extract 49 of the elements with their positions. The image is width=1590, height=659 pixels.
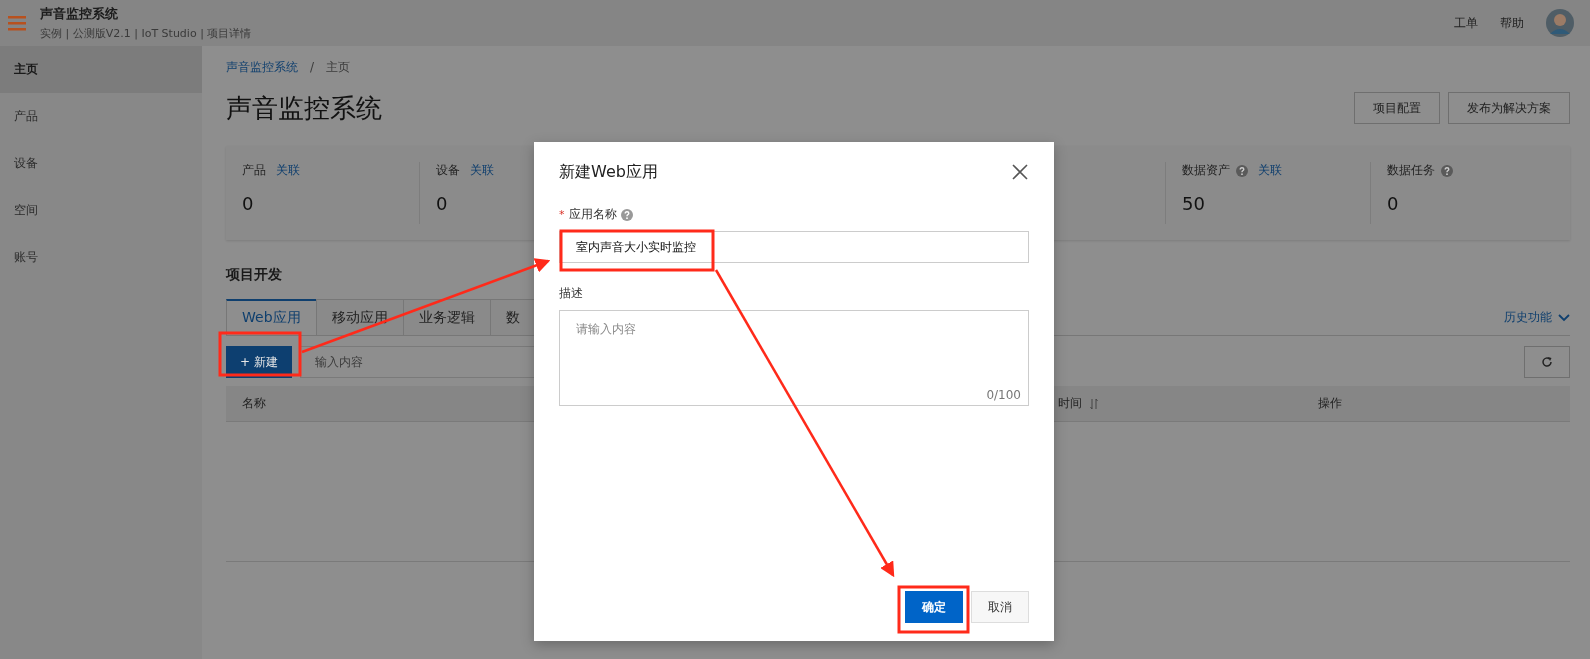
tab[interactable]: 数: [489, 299, 536, 335]
sort-icon[interactable]: [1090, 397, 1098, 410]
help-icon: [620, 208, 633, 221]
tab[interactable]: 业务逻辑: [402, 299, 491, 335]
breadcrumb-current: 主页: [326, 58, 351, 76]
stat-value: 0: [436, 193, 448, 214]
stat-label: 数据任务: [1387, 162, 1435, 179]
stat-value: 0: [1387, 193, 1399, 214]
breadcrumb-separator: /: [310, 60, 315, 74]
sidebar-item[interactable]: 产品: [0, 93, 202, 140]
field-label: 应用名称: [568, 206, 617, 223]
dialog-title: 新建Web应用: [559, 161, 658, 183]
action-button[interactable]: 项目配置: [1354, 92, 1440, 124]
confirm-button[interactable]: 确定: [905, 591, 963, 623]
action-button[interactable]: 发布为解决方案: [1448, 92, 1570, 124]
tab[interactable]: Web应用: [226, 299, 317, 335]
column-header: 名称: [242, 395, 266, 412]
header-link[interactable]: 工单: [1454, 14, 1478, 32]
required-mark: *: [559, 208, 565, 221]
sidebar-item[interactable]: 主页: [0, 46, 202, 93]
column-header: 时间: [1058, 395, 1082, 412]
stat-value: 50: [1182, 193, 1205, 214]
refresh-icon: [1541, 356, 1553, 368]
stat-label: 数据资产: [1182, 162, 1230, 179]
link-action[interactable]: 关联: [1258, 162, 1282, 179]
sidebar-item[interactable]: 账号: [0, 234, 202, 281]
section-title: 项目开发: [226, 266, 283, 284]
cancel-button[interactable]: 取消: [971, 591, 1029, 623]
link-action[interactable]: 关联: [470, 162, 494, 179]
name-field[interactable]: 室内声音大小实时监控: [559, 231, 1029, 263]
page-title: 声音监控系统: [226, 91, 382, 125]
app-subtitle: 实例 | 公测版V2.1 | IoT Studio | 项目详情: [40, 26, 252, 41]
field-label: 描述: [559, 285, 583, 302]
char-counter: 0/100: [986, 388, 1021, 402]
sidebar-item[interactable]: 空间: [0, 187, 202, 234]
stat-label: 设备: [436, 162, 460, 179]
app-title: 声音监控系统: [40, 5, 119, 23]
column-header: 操作: [1318, 395, 1342, 412]
refresh-button[interactable]: [1524, 346, 1570, 378]
chevron-down-icon[interactable]: [1558, 313, 1570, 322]
link-action[interactable]: 关联: [276, 162, 300, 179]
stat-value: 0: [242, 193, 254, 214]
history-link[interactable]: 历史功能: [1504, 309, 1552, 326]
stat-label: 产品: [242, 162, 266, 179]
avatar-icon[interactable]: [1546, 9, 1574, 37]
breadcrumb-link[interactable]: 声音监控系统: [226, 58, 298, 76]
close-button[interactable]: [1011, 163, 1029, 181]
header-link[interactable]: 帮助: [1500, 14, 1524, 32]
sidebar-item[interactable]: 设备: [0, 140, 202, 187]
